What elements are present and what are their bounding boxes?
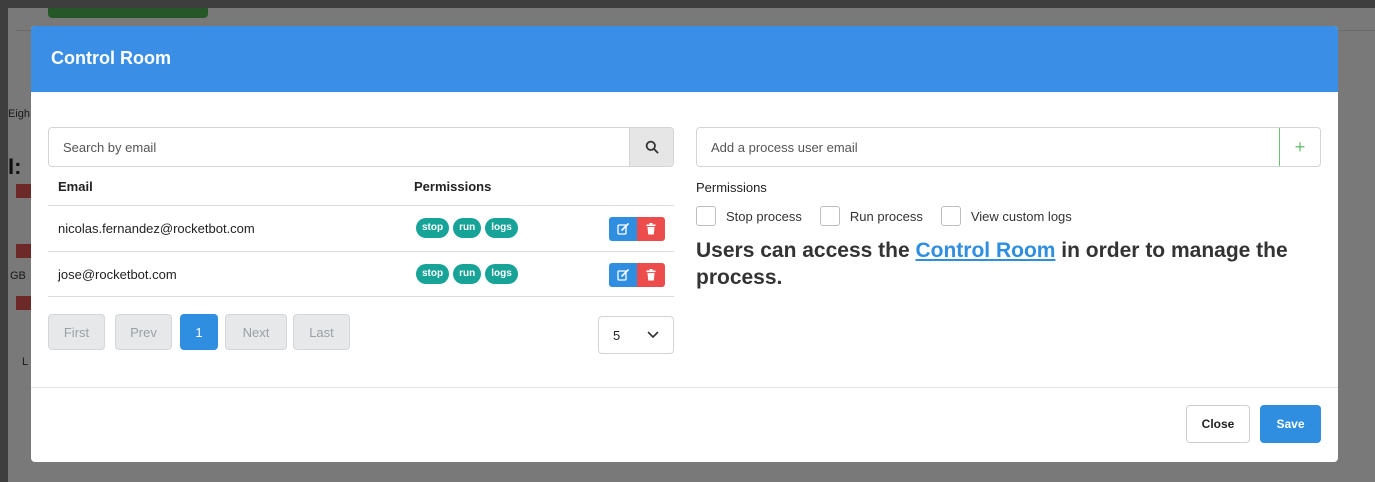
search-icon (645, 140, 659, 154)
edit-icon (617, 223, 629, 235)
row-email: jose@rocketbot.com (58, 267, 177, 282)
edit-button[interactable] (609, 217, 637, 241)
trash-icon (646, 223, 656, 235)
info-message: Users can access the Control Room in ord… (696, 237, 1296, 291)
modal-body: Email Permissions nicolas.fernandez@rock… (31, 92, 1338, 388)
pagination-page-1[interactable]: 1 (180, 314, 218, 350)
page-size-select[interactable]: 5 (598, 316, 674, 354)
add-user-email-input[interactable] (697, 128, 1279, 166)
stop-process-checkbox[interactable] (696, 206, 716, 226)
delete-button[interactable] (637, 217, 665, 241)
row-email: nicolas.fernandez@rocketbot.com (58, 221, 255, 236)
info-prefix: Users can access the (696, 239, 916, 262)
permission-badges: stop run logs (416, 264, 518, 284)
modal-footer (31, 387, 1338, 462)
add-user-button[interactable]: + (1279, 128, 1320, 166)
modal-header: Control Room (31, 26, 1338, 92)
table-row: jose@rocketbot.com stop run logs (48, 251, 674, 297)
permissions-checkboxes: Stop process Run process View custom log… (696, 206, 1090, 226)
search-button[interactable] (629, 128, 673, 166)
row-actions (609, 263, 665, 287)
permission-badges: stop run logs (416, 218, 518, 238)
save-button[interactable]: Save (1260, 405, 1321, 443)
row-actions (609, 217, 665, 241)
permission-option-stop: Stop process (696, 206, 802, 226)
delete-button[interactable] (637, 263, 665, 287)
modal-title: Control Room (51, 48, 171, 68)
close-button[interactable]: Close (1186, 405, 1250, 443)
view-custom-logs-label: View custom logs (970, 208, 1072, 224)
table-row: nicolas.fernandez@rocketbot.com stop run… (48, 205, 674, 251)
stop-process-label: Stop process (726, 208, 802, 224)
column-header-email: Email (58, 179, 93, 194)
pagination-prev[interactable]: Prev (115, 314, 172, 350)
plus-icon: + (1294, 136, 1306, 157)
edit-icon (617, 269, 629, 281)
permission-option-logs: View custom logs (940, 206, 1072, 226)
control-room-link[interactable]: Control Room (915, 239, 1055, 262)
control-room-modal: Control Room Email Permissions nicolas.f… (31, 26, 1338, 462)
badge-run: run (453, 218, 482, 238)
search-group (48, 127, 674, 167)
pagination-next[interactable]: Next (225, 314, 287, 350)
trash-icon (646, 269, 656, 281)
badge-logs: logs (485, 218, 518, 238)
badge-run: run (453, 264, 482, 284)
edit-button[interactable] (609, 263, 637, 287)
search-input[interactable] (49, 128, 629, 166)
page-size-value: 5 (613, 327, 621, 343)
run-process-checkbox[interactable] (819, 206, 840, 226)
chevron-down-icon (647, 331, 659, 338)
pagination-last[interactable]: Last (293, 314, 350, 350)
run-process-label: Run process (849, 208, 923, 224)
column-header-permissions: Permissions (414, 179, 492, 194)
pagination-first[interactable]: First (48, 314, 105, 350)
badge-stop: stop (416, 264, 450, 284)
permissions-label: Permissions (696, 180, 767, 195)
add-user-group: + (696, 127, 1321, 167)
view-custom-logs-checkbox[interactable] (940, 206, 961, 226)
badge-logs: logs (485, 264, 518, 284)
permission-option-run: Run process (819, 206, 923, 226)
badge-stop: stop (416, 218, 450, 238)
